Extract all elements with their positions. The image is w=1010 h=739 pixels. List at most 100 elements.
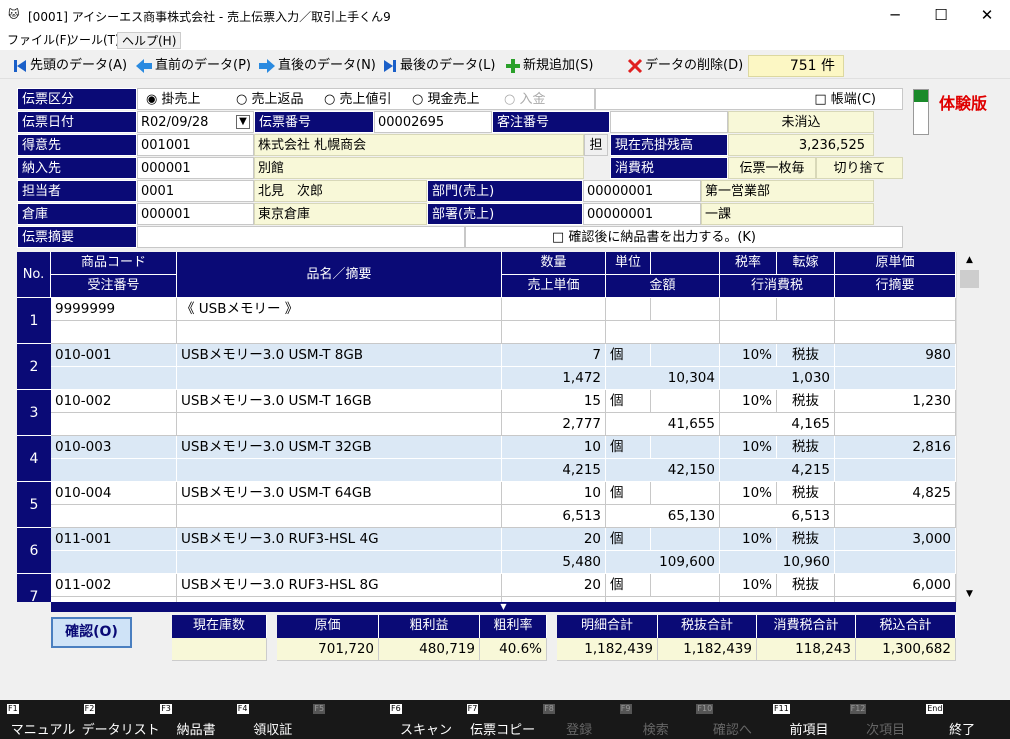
menu-tools[interactable]: ツール(T) [63,32,124,49]
chouhata-checkbox[interactable]: □ 帳端(C) [595,88,903,110]
scroll-up-icon[interactable]: ▲ [957,252,982,268]
maximize-button[interactable]: ☐ [918,0,964,31]
cell-rowtax[interactable]: 1,030 [720,367,835,390]
minimize-button[interactable]: ─ [872,0,918,31]
cell-price[interactable]: 6,513 [502,505,606,528]
cell-cost[interactable]: 1,230 [835,390,956,413]
cell-name-sub[interactable] [177,413,502,436]
chevron-down-icon[interactable]: ▼ [236,115,250,129]
cell-name[interactable]: USBメモリー3.0 USM-T 32GB [177,436,502,459]
order-field[interactable] [610,111,728,133]
table-row[interactable]: 5 010-004 USBメモリー3.0 USM-T 64GB 10 個 6,513 65,… [17,482,956,528]
cell-rowtax[interactable]: 10,960 [720,551,835,574]
cell-cost[interactable]: 2,816 [835,436,956,459]
cell-qty[interactable]: 20 [502,528,606,551]
cell-unit[interactable]: 個 [606,528,651,551]
cell-amount[interactable]: 65,130 [606,505,720,528]
cell-blank[interactable] [651,482,720,505]
cell-name-sub[interactable] [177,367,502,390]
cell-cost[interactable]: 3,000 [835,528,956,551]
confirm-print-checkbox[interactable]: □ 確認後に納品書を出力する。(K) [465,226,903,248]
cell-amount[interactable]: 109,600 [606,551,720,574]
radio-genkin[interactable]: ○ 現金売上 [412,89,480,109]
cell-name-sub[interactable] [177,321,502,344]
cell-name[interactable]: 《 USBメモリー 》 [177,298,502,321]
cell-name[interactable]: USBメモリー3.0 USM-T 16GB [177,390,502,413]
radio-henpin[interactable]: ○ 売上返品 [236,89,304,109]
cell-name-sub[interactable] [177,459,502,482]
cell-name-sub[interactable] [177,551,502,574]
cell-price[interactable] [502,321,606,344]
cell-order[interactable] [51,321,177,344]
cell-price[interactable]: 5,480 [502,551,606,574]
cell-unit[interactable] [606,298,651,321]
cell-tenka[interactable]: 税抜 [777,482,835,505]
cell-taxrate[interactable]: 10% [720,482,777,505]
cell-code[interactable]: 9999999 [51,298,177,321]
cell-taxrate[interactable]: 10% [720,528,777,551]
section-code-field[interactable]: 00000001 [583,203,701,225]
cell-price[interactable]: 1,472 [502,367,606,390]
cell-unit[interactable]: 個 [606,436,651,459]
delivery-code-field[interactable]: 000001 [137,157,254,179]
cell-qty[interactable]: 7 [502,344,606,367]
cell-unit[interactable]: 個 [606,344,651,367]
cell-rowmemo[interactable] [835,321,956,344]
cell-code[interactable]: 010-002 [51,390,177,413]
cell-blank[interactable] [651,298,720,321]
warehouse-code-field[interactable]: 000001 [137,203,254,225]
cell-amount[interactable]: 41,655 [606,413,720,436]
cell-rowmemo[interactable] [835,551,956,574]
tan-button[interactable]: 担 [584,134,608,156]
dept-code-field[interactable]: 00000001 [583,180,701,202]
cell-tenka[interactable]: 税抜 [777,390,835,413]
table-row[interactable]: 7 011-002 USBメモリー3.0 RUF3-HSL 8G 20 個 10% 税抜 6,… [17,574,956,602]
cell-name[interactable]: USBメモリー3.0 RUF3-HSL 8G [177,574,502,597]
staff-code-field[interactable]: 0001 [137,180,254,202]
cell-unit[interactable]: 個 [606,390,651,413]
cell-cost[interactable]: 980 [835,344,956,367]
cell-cost[interactable] [835,298,956,321]
cell-blank[interactable] [651,574,720,597]
cell-code[interactable]: 010-003 [51,436,177,459]
close-button[interactable]: ✕ [964,0,1010,31]
cell-name-sub[interactable] [177,505,502,528]
cell-code[interactable]: 010-004 [51,482,177,505]
cell-taxrate[interactable]: 10% [720,344,777,367]
radio-kakeuri[interactable]: ◉ 掛売上 [146,89,201,109]
cell-qty[interactable]: 10 [502,482,606,505]
cell-name[interactable]: USBメモリー3.0 USM-T 8GB [177,344,502,367]
fkey-f3[interactable]: F3 納品書 [158,700,234,739]
table-row[interactable]: 2 010-001 USBメモリー3.0 USM-T 8GB 7 個 1,472 10,30… [17,344,956,390]
cell-rowmemo[interactable] [835,413,956,436]
cell-order[interactable] [51,459,177,482]
prev-record-button[interactable]: 直前のデータ(P) [135,54,251,77]
cell-rowmemo[interactable] [835,367,956,390]
table-row[interactable]: 3 010-002 USBメモリー3.0 USM-T 16GB 15 個 2,777 41,… [17,390,956,436]
cell-tenka[interactable]: 税抜 [777,574,835,597]
cell-blank[interactable] [651,390,720,413]
cell-price[interactable]: 2,777 [502,413,606,436]
cell-rowtax[interactable]: 4,215 [720,459,835,482]
cell-unit[interactable]: 個 [606,574,651,597]
delete-record-button[interactable]: データの削除(D) [627,54,743,77]
cell-name[interactable]: USBメモリー3.0 RUF3-HSL 4G [177,528,502,551]
cell-tenka[interactable]: 税抜 [777,344,835,367]
cell-taxrate[interactable]: 10% [720,390,777,413]
cell-amount[interactable]: 10,304 [606,367,720,390]
cell-price[interactable]: 4,215 [502,459,606,482]
cell-code[interactable]: 011-002 [51,574,177,597]
cell-qty[interactable]: 10 [502,436,606,459]
cell-tenka[interactable]: 税抜 [777,436,835,459]
cell-amount[interactable]: 42,150 [606,459,720,482]
cell-qty[interactable] [502,298,606,321]
no-field[interactable]: 00002695 [374,111,492,133]
scroll-thumb[interactable] [960,270,979,288]
cell-qty[interactable]: 15 [502,390,606,413]
cell-taxrate[interactable] [720,298,777,321]
fkey-f6[interactable]: F6 スキャン [388,700,464,739]
table-row[interactable]: 6 011-001 USBメモリー3.0 RUF3-HSL 4G 20 個 5,480 10… [17,528,956,574]
cell-blank[interactable] [651,528,720,551]
menu-help[interactable]: ヘルプ(H) [117,32,182,49]
cell-name[interactable]: USBメモリー3.0 USM-T 64GB [177,482,502,505]
